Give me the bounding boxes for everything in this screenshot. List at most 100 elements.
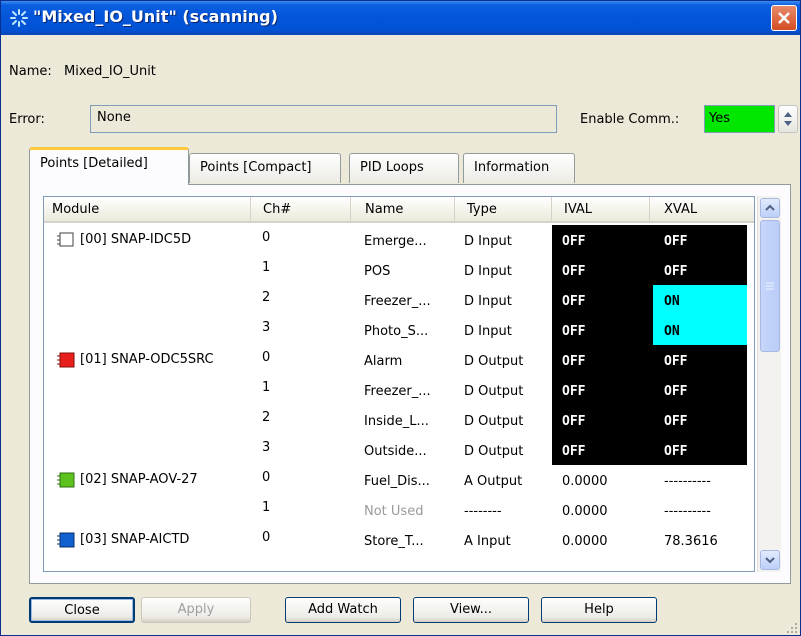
- column-header-ch[interactable]: Ch#: [251, 197, 351, 223]
- points-grid[interactable]: Module Ch# Name Type IVAL XVAL [00] SNAP…: [43, 196, 755, 572]
- close-button-label: Close: [64, 603, 100, 618]
- cell-xval: ----------: [664, 474, 711, 489]
- apply-button[interactable]: Apply: [141, 597, 251, 623]
- add-watch-button-label: Add Watch: [308, 602, 378, 617]
- cell-xval: OFF: [664, 354, 688, 369]
- cell-ch: 0: [262, 230, 271, 245]
- window-title: "Mixed_IO_Unit" (scanning): [33, 7, 278, 26]
- green-module-icon: [57, 472, 75, 488]
- cell-xval: OFF: [664, 264, 688, 279]
- cell-ival: OFF: [562, 384, 586, 399]
- cell-name: Fuel_Dis...: [364, 474, 430, 489]
- close-button[interactable]: Close: [29, 597, 135, 623]
- cell-ival: 0.0000: [562, 534, 608, 549]
- cell-xval: ----------: [664, 504, 711, 519]
- blue-module-icon: [57, 532, 75, 548]
- name-value: Mixed_IO_Unit: [64, 64, 156, 79]
- cell-ival: OFF: [562, 234, 586, 249]
- cell-ival: OFF: [562, 264, 586, 279]
- column-header-name[interactable]: Name: [351, 197, 455, 223]
- cell-ch: 1: [262, 500, 271, 515]
- cell-ch: 2: [262, 410, 271, 425]
- tab-label: PID Loops: [360, 160, 424, 175]
- module-label: [03] SNAP-AICTD: [80, 532, 190, 547]
- chevron-up-icon: [765, 204, 775, 211]
- help-button-label: Help: [584, 602, 614, 617]
- tab-label: Points [Detailed]: [40, 156, 148, 171]
- tab-label: Points [Compact]: [200, 160, 312, 175]
- cell-type: --------: [464, 504, 502, 519]
- scanning-icon: [10, 9, 28, 27]
- column-header-xval[interactable]: XVAL: [650, 197, 754, 223]
- scroll-thumb[interactable]: [760, 220, 780, 352]
- cell-name: Inside_L...: [364, 414, 429, 429]
- tab-points-compact[interactable]: Points [Compact]: [189, 153, 341, 183]
- cell-ival: 0.0000: [562, 504, 608, 519]
- cell-type: A Input: [464, 534, 511, 549]
- tab-information[interactable]: Information: [463, 153, 575, 183]
- view-button-label: View...: [449, 602, 493, 617]
- cell-ch: 2: [262, 290, 271, 305]
- cell-name: Store_T...: [364, 534, 424, 549]
- cell-ch: 0: [262, 350, 271, 365]
- cell-ch: 0: [262, 470, 271, 485]
- cell-ch: 3: [262, 320, 271, 335]
- tab-label: Information: [474, 160, 550, 175]
- cell-ival: OFF: [562, 354, 586, 369]
- add-watch-button[interactable]: Add Watch: [285, 597, 401, 623]
- grip-icon: [766, 282, 774, 290]
- white-module-icon: [57, 232, 74, 247]
- column-header-ival[interactable]: IVAL: [552, 197, 650, 223]
- cell-name: Freezer_...: [364, 384, 431, 399]
- cell-xval: ON: [664, 294, 680, 309]
- error-label: Error:: [9, 112, 45, 127]
- enable-comm-label: Enable Comm.:: [580, 112, 680, 127]
- cell-type: D Input: [464, 294, 512, 309]
- cell-ch: 1: [262, 260, 271, 275]
- enable-comm-value: Yes: [709, 111, 730, 126]
- module-label: [01] SNAP-ODC5SRC: [80, 352, 214, 367]
- vertical-scrollbar[interactable]: [757, 196, 781, 572]
- cell-type: D Output: [464, 414, 524, 429]
- scroll-down-button[interactable]: [760, 550, 780, 570]
- state-background: [552, 225, 747, 465]
- cell-ival: OFF: [562, 414, 586, 429]
- cell-ch: 1: [262, 380, 271, 395]
- cell-ival: OFF: [562, 444, 586, 459]
- resize-grip-icon[interactable]: [785, 621, 799, 635]
- cell-type: D Output: [464, 444, 524, 459]
- error-field: None: [90, 105, 557, 133]
- dialog-window: "Mixed_IO_Unit" (scanning) Name: Mixed_I…: [0, 0, 801, 636]
- cell-ival: OFF: [562, 324, 586, 339]
- cell-type: D Output: [464, 354, 524, 369]
- cell-ch: 0: [262, 530, 271, 545]
- name-label: Name:: [9, 64, 52, 79]
- tab-points-detailed[interactable]: Points [Detailed]: [29, 147, 189, 185]
- cell-type: D Input: [464, 264, 512, 279]
- column-header-module[interactable]: Module: [44, 197, 251, 223]
- cell-ch: 3: [262, 440, 271, 455]
- cell-name: Emerge...: [364, 234, 427, 249]
- cell-name: Alarm: [364, 354, 403, 369]
- cell-name: Freezer_...: [364, 294, 431, 309]
- column-header-type[interactable]: Type: [455, 197, 552, 223]
- cell-xval: OFF: [664, 444, 688, 459]
- title-bar[interactable]: "Mixed_IO_Unit" (scanning): [1, 1, 800, 35]
- cell-type: D Input: [464, 234, 512, 249]
- view-button[interactable]: View...: [413, 597, 529, 623]
- cell-xval: OFF: [664, 384, 688, 399]
- cell-type: A Output: [464, 474, 523, 489]
- enable-comm-field[interactable]: Yes: [704, 105, 775, 133]
- error-value: None: [97, 110, 131, 125]
- tab-pid-loops[interactable]: PID Loops: [349, 153, 459, 183]
- cell-name: Outside...: [364, 444, 427, 459]
- cell-xval: ON: [664, 324, 680, 339]
- help-button[interactable]: Help: [541, 597, 657, 623]
- spin-arrows-icon: [784, 112, 792, 126]
- cell-type: D Output: [464, 384, 524, 399]
- cell-xval: OFF: [664, 234, 688, 249]
- cell-xval: 78.3616: [664, 534, 718, 549]
- close-window-button[interactable]: [771, 5, 797, 31]
- scroll-up-button[interactable]: [760, 198, 780, 218]
- enable-comm-spinner[interactable]: [778, 105, 798, 133]
